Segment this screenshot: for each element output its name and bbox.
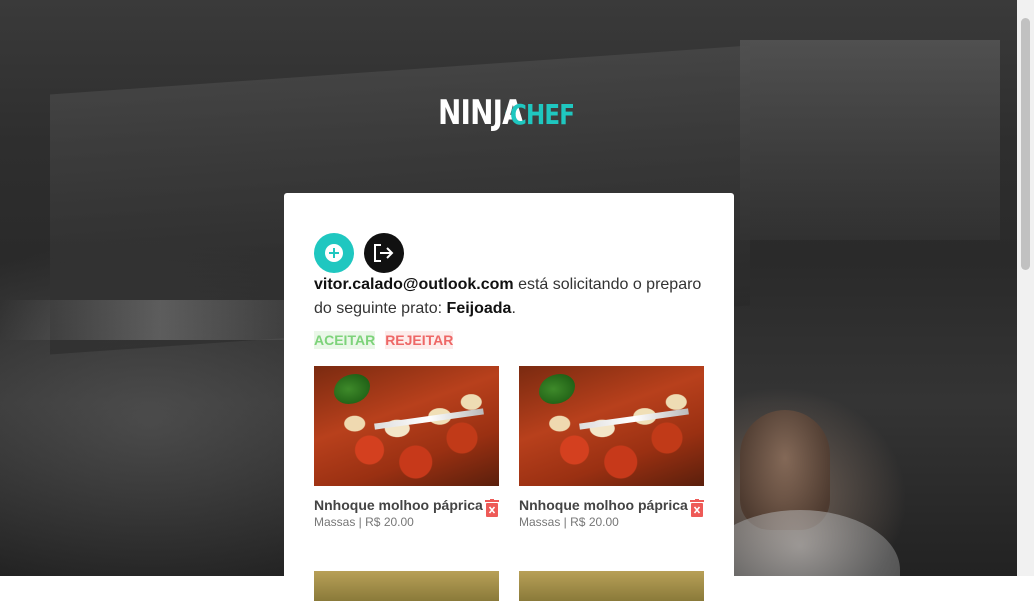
dish-category: Massas: [314, 515, 356, 529]
plus-circle-icon: [325, 244, 343, 262]
scrollbar-thumb[interactable]: [1021, 18, 1030, 270]
trash-icon[interactable]: [690, 499, 704, 517]
logout-icon: [374, 244, 394, 262]
logo-ninja-text: NINJA: [438, 93, 524, 133]
background-light: [0, 300, 320, 340]
dish-title-row: Nnhoque molhoo páprica Massas | R$ 20.00: [519, 496, 704, 530]
dish-meta-separator: |: [560, 515, 571, 529]
request-message: vitor.calado@outlook.com está solicitand…: [314, 273, 714, 321]
dish-card[interactable]: Nnhoque molhoo páprica Massas | R$ 20.00: [519, 366, 704, 530]
fork-shape: [374, 408, 484, 430]
dish-price: R$ 20.00: [365, 515, 414, 529]
dish-category: Massas: [519, 515, 561, 529]
dish-title-row: Nnhoque molhoo páprica Massas | R$ 20.00: [314, 496, 499, 530]
dish-card[interactable]: Nnhoque molhoo páprica Massas | R$ 20.00: [314, 366, 499, 530]
fork-shape: [579, 408, 689, 430]
logo-chef-text: CHEF: [509, 97, 575, 131]
dish-meta: Massas | R$ 20.00: [314, 514, 483, 530]
background-hood-right: [740, 40, 1000, 240]
dish-photo: [314, 366, 499, 486]
card-actions: [314, 233, 404, 273]
dish-meta-separator: |: [355, 515, 366, 529]
add-dish-button[interactable]: [314, 233, 354, 273]
dish-price: R$ 20.00: [570, 515, 619, 529]
dish-name: Nnhoque molhoo páprica: [519, 497, 688, 513]
accept-button[interactable]: ACEITAR: [314, 331, 376, 349]
basil-garnish: [334, 374, 370, 404]
request-decision: ACEITAR REJEITAR: [314, 331, 454, 349]
requester-email: vitor.calado@outlook.com: [314, 276, 514, 293]
requested-dish-name: Feijoada: [446, 300, 512, 317]
dish-name: Nnhoque molhoo páprica: [314, 497, 483, 513]
reject-button[interactable]: REJEITAR: [385, 331, 454, 349]
dishes-card: vitor.calado@outlook.com está solicitand…: [284, 193, 734, 601]
basil-garnish: [539, 374, 575, 404]
request-text-end: .: [511, 300, 516, 317]
logout-button[interactable]: [364, 233, 404, 273]
trash-icon[interactable]: [485, 499, 499, 517]
dish-info: Nnhoque molhoo páprica Massas | R$ 20.00: [314, 496, 483, 530]
dish-info: Nnhoque molhoo páprica Massas | R$ 20.00: [519, 496, 688, 530]
ninjachef-logo: NINJA CHEF: [438, 88, 588, 138]
dish-photo: [519, 366, 704, 486]
page-scrollbar[interactable]: [1017, 0, 1034, 576]
dish-meta: Massas | R$ 20.00: [519, 514, 688, 530]
